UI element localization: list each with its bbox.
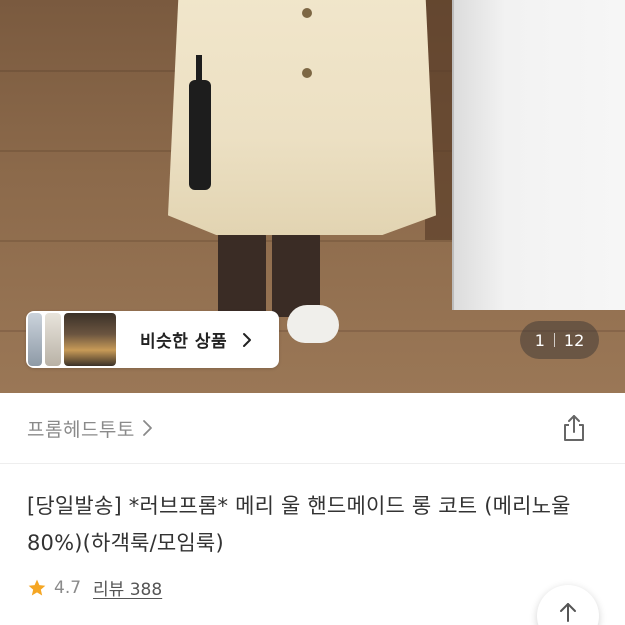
chevron-right-icon (237, 330, 257, 350)
divider (0, 463, 625, 464)
rating-value: 4.7 (54, 577, 82, 598)
shop-row: 프롬헤드투토 (0, 393, 625, 463)
model-shoe (287, 305, 339, 343)
product-title: [당일발송] *러브프롬* 메리 울 핸드메이드 롱 코트 (메리노울 80%)… (27, 494, 571, 555)
image-counter-total: 12 (563, 330, 585, 350)
image-counter-current: 1 (534, 330, 545, 350)
coat-button (302, 8, 312, 18)
similar-products-button[interactable]: 비슷한 상품 (26, 311, 279, 368)
chevron-right-icon (141, 419, 153, 437)
similar-thumbnail (64, 313, 116, 366)
rating-row: 4.7 리뷰 388 (27, 575, 162, 600)
scroll-top-button[interactable] (537, 585, 599, 625)
similar-products-label: 비슷한 상품 (140, 332, 228, 352)
image-counter: 1 12 (520, 321, 599, 359)
wall (452, 0, 625, 310)
review-link[interactable]: 리뷰 388 (93, 575, 162, 600)
similar-thumbnail (28, 313, 42, 366)
model-leg (218, 232, 266, 317)
image-counter-divider (553, 333, 555, 347)
handbag (189, 80, 211, 190)
arrow-up-icon (557, 601, 579, 625)
share-icon[interactable] (559, 413, 589, 443)
product-image[interactable]: 비슷한 상품 1 12 (0, 0, 625, 393)
similar-thumbnail (45, 313, 61, 366)
similar-thumbnails (26, 313, 116, 366)
star-icon (27, 578, 47, 598)
shop-name-link[interactable]: 프롬헤드투토 (27, 415, 135, 442)
coat-button (302, 68, 312, 78)
